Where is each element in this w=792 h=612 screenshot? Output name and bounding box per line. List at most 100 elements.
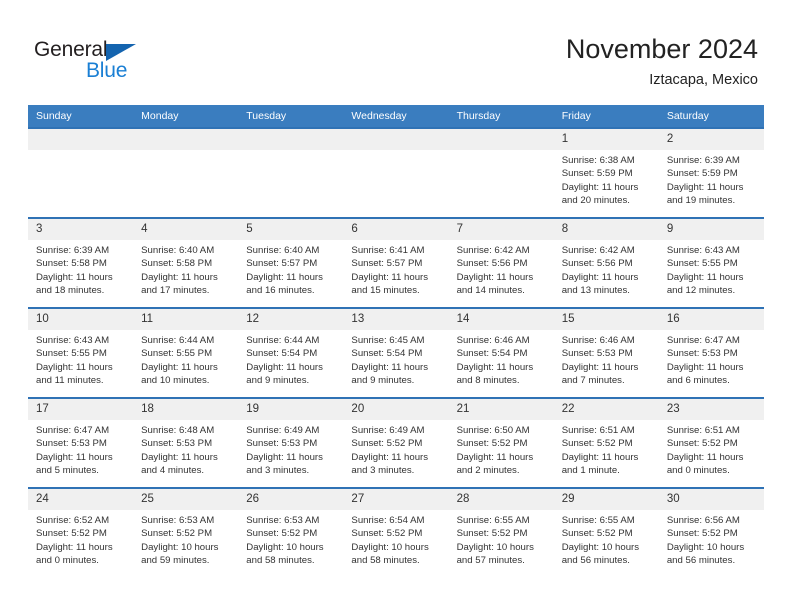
calendar-day-cell[interactable]: 26 Sunrise: 6:53 AM Sunset: 5:52 PM Dayligh… — [238, 487, 344, 577]
sunset-text: Sunset: 5:52 PM — [561, 438, 633, 450]
calendar-day-cell[interactable]: 1 Sunrise: 6:38 AM Sunset: 5:59 PM Daylight… — [553, 127, 659, 218]
day-details: Sunrise: 6:39 AM Sunset: 5:58 PM Daylight:… — [28, 240, 133, 298]
calendar-day-cell[interactable]: 14 Sunrise: 6:46 AM Sunset: 5:54 PM Dayligh… — [448, 307, 554, 398]
calendar-cell-inner: 27 Sunrise: 6:54 AM Sunset: 5:52 PM Dayligh… — [343, 489, 449, 577]
calendar-day-cell[interactable]: 21 Sunrise: 6:50 AM Sunset: 5:52 PM Dayligh… — [448, 397, 554, 488]
calendar-day-cell[interactable]: 8 Sunrise: 6:42 AM Sunset: 5:56 PM Daylight… — [553, 217, 659, 308]
calendar-cell-inner: 3 Sunrise: 6:39 AM Sunset: 5:58 PM Daylight… — [28, 219, 134, 307]
calendar-cell-inner — [133, 129, 239, 217]
day-details: Sunrise: 6:48 AM Sunset: 5:53 PM Daylight:… — [133, 420, 238, 478]
sunset-text: Sunset: 5:55 PM — [141, 348, 213, 360]
calendar-cell-inner — [28, 129, 134, 217]
calendar-day-cell[interactable]: 22 Sunrise: 6:51 AM Sunset: 5:52 PM Dayligh… — [553, 397, 659, 488]
daylight-text: Daylight: 11 hours and 1 minute. — [561, 451, 639, 477]
daylight-text: Daylight: 11 hours and 3 minutes. — [351, 451, 429, 477]
calendar-day-cell[interactable]: 13 Sunrise: 6:45 AM Sunset: 5:54 PM Dayligh… — [343, 307, 449, 398]
calendar-day-cell[interactable]: 18 Sunrise: 6:48 AM Sunset: 5:53 PM Dayligh… — [133, 397, 239, 488]
sunset-text: Sunset: 5:54 PM — [351, 348, 423, 360]
calendar-table: Sunday Monday Tuesday Wednesday Thursday… — [28, 105, 764, 577]
daylight-text: Daylight: 11 hours and 13 minutes. — [561, 271, 639, 297]
calendar-day-cell[interactable]: 23 Sunrise: 6:51 AM Sunset: 5:52 PM Dayligh… — [658, 397, 764, 488]
calendar-cell-inner: 17 Sunrise: 6:47 AM Sunset: 5:53 PM Dayligh… — [28, 399, 134, 487]
calendar-page: General Blue November 2024 Iztacapa, Mex… — [0, 0, 792, 612]
day-details: Sunrise: 6:46 AM Sunset: 5:53 PM Daylight:… — [554, 330, 659, 388]
sunset-text: Sunset: 5:53 PM — [666, 348, 738, 360]
calendar-day-cell[interactable]: 20 Sunrise: 6:49 AM Sunset: 5:52 PM Dayligh… — [343, 397, 449, 488]
day-number — [238, 129, 344, 150]
calendar-day-cell[interactable]: 28 Sunrise: 6:55 AM Sunset: 5:52 PM Dayligh… — [448, 487, 554, 577]
calendar-day-cell[interactable]: 2 Sunrise: 6:39 AM Sunset: 5:59 PM Daylight… — [658, 127, 764, 218]
sunset-text: Sunset: 5:53 PM — [246, 438, 318, 450]
sunrise-text: Sunrise: 6:51 AM — [561, 425, 635, 436]
sunrise-text: Sunrise: 6:38 AM — [561, 155, 635, 166]
sunrise-text: Sunrise: 6:54 AM — [351, 515, 425, 526]
day-number: 24 — [28, 489, 134, 510]
page-title: November 2024 — [565, 34, 758, 64]
daylight-text: Daylight: 11 hours and 4 minutes. — [141, 451, 218, 477]
calendar-day-cell[interactable]: 16 Sunrise: 6:47 AM Sunset: 5:53 PM Dayligh… — [658, 307, 764, 398]
sunrise-text: Sunrise: 6:40 AM — [246, 245, 320, 256]
day-details: Sunrise: 6:46 AM Sunset: 5:54 PM Daylight:… — [449, 330, 554, 388]
calendar-body: 1 Sunrise: 6:38 AM Sunset: 5:59 PM Daylight… — [28, 127, 764, 577]
day-details: Sunrise: 6:45 AM Sunset: 5:54 PM Daylight:… — [343, 330, 448, 388]
day-number: 20 — [343, 399, 449, 420]
calendar-day-cell[interactable]: 9 Sunrise: 6:43 AM Sunset: 5:55 PM Daylight… — [658, 217, 764, 308]
day-number: 29 — [553, 489, 659, 510]
sunrise-text: Sunrise: 6:55 AM — [561, 515, 635, 526]
calendar-day-cell[interactable]: 3 Sunrise: 6:39 AM Sunset: 5:58 PM Daylight… — [28, 217, 134, 308]
day-number: 25 — [133, 489, 239, 510]
calendar-cell-empty — [28, 127, 134, 218]
sunset-text: Sunset: 5:52 PM — [666, 528, 738, 540]
day-number: 1 — [553, 129, 659, 150]
sunset-text: Sunset: 5:52 PM — [36, 528, 107, 540]
calendar-cell-inner — [448, 129, 554, 217]
calendar-cell-inner — [238, 129, 344, 217]
calendar-day-cell[interactable]: 12 Sunrise: 6:44 AM Sunset: 5:54 PM Dayligh… — [238, 307, 344, 398]
day-number: 2 — [658, 129, 764, 150]
calendar-day-cell[interactable]: 19 Sunrise: 6:49 AM Sunset: 5:53 PM Dayligh… — [238, 397, 344, 488]
calendar-cell-inner: 21 Sunrise: 6:50 AM Sunset: 5:52 PM Dayligh… — [448, 399, 554, 487]
calendar-day-cell[interactable]: 4 Sunrise: 6:40 AM Sunset: 5:58 PM Daylight… — [133, 217, 239, 308]
calendar-day-cell[interactable]: 17 Sunrise: 6:47 AM Sunset: 5:53 PM Dayligh… — [28, 397, 134, 488]
sunset-text: Sunset: 5:52 PM — [351, 438, 423, 450]
sunrise-text: Sunrise: 6:44 AM — [246, 335, 320, 346]
calendar-cell-inner: 9 Sunrise: 6:43 AM Sunset: 5:55 PM Daylight… — [658, 219, 764, 307]
page-subtitle: Iztacapa, Mexico — [649, 72, 758, 88]
sunset-text: Sunset: 5:58 PM — [141, 258, 213, 270]
calendar-day-cell[interactable]: 10 Sunrise: 6:43 AM Sunset: 5:55 PM Dayligh… — [28, 307, 134, 398]
calendar-day-cell[interactable]: 11 Sunrise: 6:44 AM Sunset: 5:55 PM Dayligh… — [133, 307, 239, 398]
calendar-week-row: 3 Sunrise: 6:39 AM Sunset: 5:58 PM Daylight… — [28, 217, 764, 308]
calendar-cell-inner: 14 Sunrise: 6:46 AM Sunset: 5:54 PM Dayligh… — [448, 309, 554, 397]
day-details: Sunrise: 6:56 AM Sunset: 5:52 PM Daylight:… — [659, 510, 764, 568]
daylight-text: Daylight: 11 hours and 0 minutes. — [666, 451, 744, 477]
day-number — [133, 129, 239, 150]
weekday-header-saturday: Saturday — [658, 105, 764, 128]
daylight-text: Daylight: 10 hours and 58 minutes. — [351, 541, 429, 567]
calendar-day-cell[interactable]: 25 Sunrise: 6:53 AM Sunset: 5:52 PM Dayligh… — [133, 487, 239, 577]
daylight-text: Daylight: 10 hours and 59 minutes. — [141, 541, 219, 567]
calendar-day-cell[interactable]: 29 Sunrise: 6:55 AM Sunset: 5:52 PM Dayligh… — [553, 487, 659, 577]
sunrise-text: Sunrise: 6:49 AM — [246, 425, 320, 436]
daylight-text: Daylight: 11 hours and 12 minutes. — [666, 271, 744, 297]
calendar-day-cell[interactable]: 7 Sunrise: 6:42 AM Sunset: 5:56 PM Daylight… — [448, 217, 554, 308]
calendar-day-cell[interactable]: 24 Sunrise: 6:52 AM Sunset: 5:52 PM Dayligh… — [28, 487, 134, 577]
calendar-cell-inner: 11 Sunrise: 6:44 AM Sunset: 5:55 PM Dayligh… — [133, 309, 239, 397]
weekday-header-friday: Friday — [553, 105, 659, 128]
day-details: Sunrise: 6:40 AM Sunset: 5:57 PM Daylight:… — [238, 240, 343, 298]
day-details: Sunrise: 6:44 AM Sunset: 5:55 PM Daylight:… — [133, 330, 238, 388]
calendar-header-row: Sunday Monday Tuesday Wednesday Thursday… — [28, 105, 764, 128]
calendar-day-cell[interactable]: 6 Sunrise: 6:41 AM Sunset: 5:57 PM Daylight… — [343, 217, 449, 308]
sunrise-text: Sunrise: 6:42 AM — [456, 245, 530, 256]
calendar-week-row: 10 Sunrise: 6:43 AM Sunset: 5:55 PM Dayligh… — [28, 307, 764, 398]
day-details: Sunrise: 6:42 AM Sunset: 5:56 PM Daylight:… — [449, 240, 554, 298]
day-number: 23 — [658, 399, 764, 420]
sunset-text: Sunset: 5:52 PM — [141, 528, 213, 540]
sunset-text: Sunset: 5:52 PM — [456, 438, 528, 450]
calendar-day-cell[interactable]: 15 Sunrise: 6:46 AM Sunset: 5:53 PM Dayligh… — [553, 307, 659, 398]
calendar-day-cell[interactable]: 27 Sunrise: 6:54 AM Sunset: 5:52 PM Dayligh… — [343, 487, 449, 577]
calendar-day-cell[interactable]: 30 Sunrise: 6:56 AM Sunset: 5:52 PM Dayligh… — [658, 487, 764, 577]
calendar-cell-inner: 24 Sunrise: 6:52 AM Sunset: 5:52 PM Dayligh… — [28, 489, 134, 577]
day-details: Sunrise: 6:44 AM Sunset: 5:54 PM Daylight:… — [238, 330, 343, 388]
calendar-day-cell[interactable]: 5 Sunrise: 6:40 AM Sunset: 5:57 PM Daylight… — [238, 217, 344, 308]
calendar-cell-inner: 30 Sunrise: 6:56 AM Sunset: 5:52 PM Dayligh… — [658, 489, 764, 577]
